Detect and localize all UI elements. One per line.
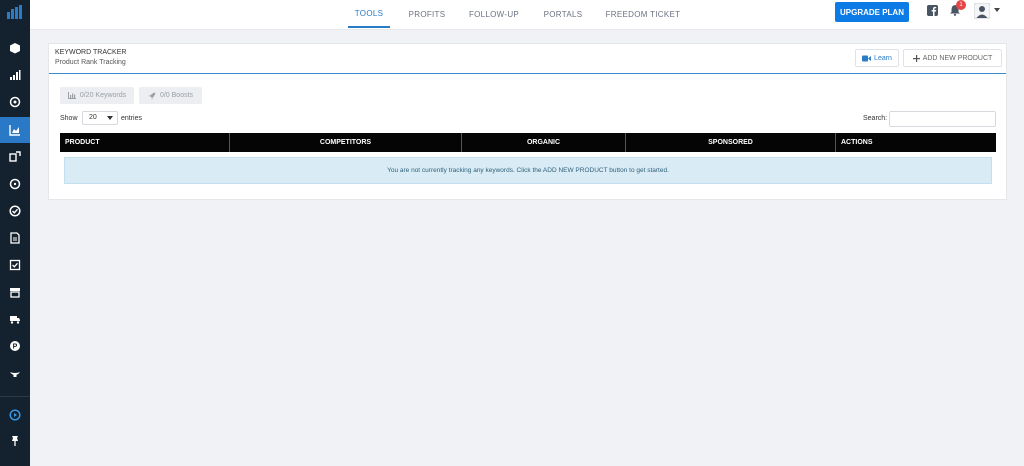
upgrade-plan-button[interactable]: UPGRADE PLAN — [835, 2, 909, 22]
plus-icon — [912, 54, 920, 62]
table-header: PRODUCT COMPETITORS ORGANIC SPONSORED AC… — [60, 133, 996, 152]
sidebar-item-compass[interactable] — [0, 171, 30, 197]
card-header: KEYWORD TRACKER Product Rank Tracking Le… — [49, 44, 1006, 74]
play-circle-icon — [9, 409, 21, 421]
chart-icon — [9, 125, 20, 136]
sidebar-item-play[interactable] — [0, 402, 30, 428]
boosts-quota-label: 0/0 Boosts — [159, 92, 194, 99]
search-label: Search: — [863, 115, 888, 122]
p-badge-icon: P — [10, 341, 20, 351]
genie-lamp-icon — [10, 372, 20, 377]
column-header-product[interactable]: PRODUCT — [60, 133, 230, 152]
keywords-quota-pill: 0/20 Keywords — [60, 87, 134, 104]
check-circle-icon — [9, 205, 21, 217]
card-title: KEYWORD TRACKER — [55, 49, 127, 56]
add-product-label: ADD NEW PRODUCT — [922, 54, 993, 62]
facebook-icon[interactable] — [927, 5, 938, 16]
keywords-quota-label: 0/20 Keywords — [79, 92, 127, 99]
keyword-tracker-card: KEYWORD TRACKER Product Rank Tracking Le… — [48, 43, 1007, 200]
tab-freedom-ticket[interactable]: FREEDOM TICKET — [602, 0, 684, 28]
exchange-icon — [9, 151, 21, 162]
sidebar-item-checkbox[interactable] — [0, 252, 30, 278]
sidebar-item-exchange[interactable] — [0, 144, 30, 170]
column-header-organic[interactable]: ORGANIC — [462, 133, 626, 152]
sidebar-item-chart[interactable] — [0, 117, 30, 143]
sidebar-item-globe[interactable] — [0, 89, 30, 115]
add-new-product-button[interactable]: ADD NEW PRODUCT — [903, 49, 1002, 67]
boosts-quota-pill: 0/0 Boosts — [139, 87, 202, 104]
column-header-actions[interactable]: ACTIONS — [836, 133, 996, 152]
tab-tools[interactable]: TOOLS — [348, 0, 390, 28]
cube-icon — [10, 43, 20, 54]
sidebar-item-pin[interactable] — [0, 428, 30, 454]
sidebar-item-genie[interactable] — [0, 360, 30, 386]
sidebar-item-document[interactable] — [0, 225, 30, 251]
column-header-sponsored[interactable]: SPONSORED — [626, 133, 836, 152]
tab-profits[interactable]: PROFITS — [404, 0, 450, 28]
entries-label: entries — [121, 115, 143, 122]
sidebar-item-box[interactable] — [0, 279, 30, 305]
pin-icon — [12, 436, 18, 446]
notification-badge: 1 — [956, 0, 966, 10]
search-input[interactable] — [889, 111, 996, 127]
sidebar-item-signal[interactable] — [0, 62, 30, 88]
top-navbar: TOOLS PROFITS FOLLOW-UP PORTALS FREEDOM … — [30, 0, 1024, 30]
learn-label: Learn — [874, 54, 892, 62]
sidebar-item-p[interactable]: P — [0, 333, 30, 359]
signal-bars-icon — [10, 70, 21, 80]
tab-follow-up[interactable]: FOLLOW-UP — [464, 0, 524, 28]
user-avatar-icon[interactable] — [974, 3, 990, 19]
bar-chart-icon — [67, 92, 76, 99]
rocket-icon — [148, 92, 156, 99]
sidebar-item-check[interactable] — [0, 198, 30, 224]
tab-portals[interactable]: PORTALS — [538, 0, 588, 28]
video-camera-icon — [862, 55, 872, 61]
truck-icon — [10, 316, 20, 324]
sidebar-item-cube[interactable] — [0, 35, 30, 61]
sidebar: P — [0, 0, 30, 466]
entries-per-page-select[interactable]: 20 — [82, 111, 118, 125]
sidebar-item-truck[interactable] — [0, 306, 30, 332]
document-icon — [10, 232, 20, 244]
learn-button[interactable]: Learn — [855, 49, 899, 67]
svg-text:P: P — [13, 344, 18, 351]
globe-icon — [9, 96, 21, 108]
box-icon — [10, 288, 20, 298]
logo-icon[interactable] — [7, 5, 23, 19]
card-subtitle: Product Rank Tracking — [55, 59, 126, 66]
column-header-competitors[interactable]: COMPETITORS — [230, 133, 462, 152]
checkbox-icon — [9, 259, 21, 271]
sidebar-divider — [0, 396, 30, 397]
show-label: Show — [60, 115, 78, 122]
empty-table-message: You are not currently tracking any keywo… — [64, 157, 992, 184]
compass-icon — [9, 178, 21, 190]
chevron-down-icon[interactable] — [994, 8, 1000, 12]
